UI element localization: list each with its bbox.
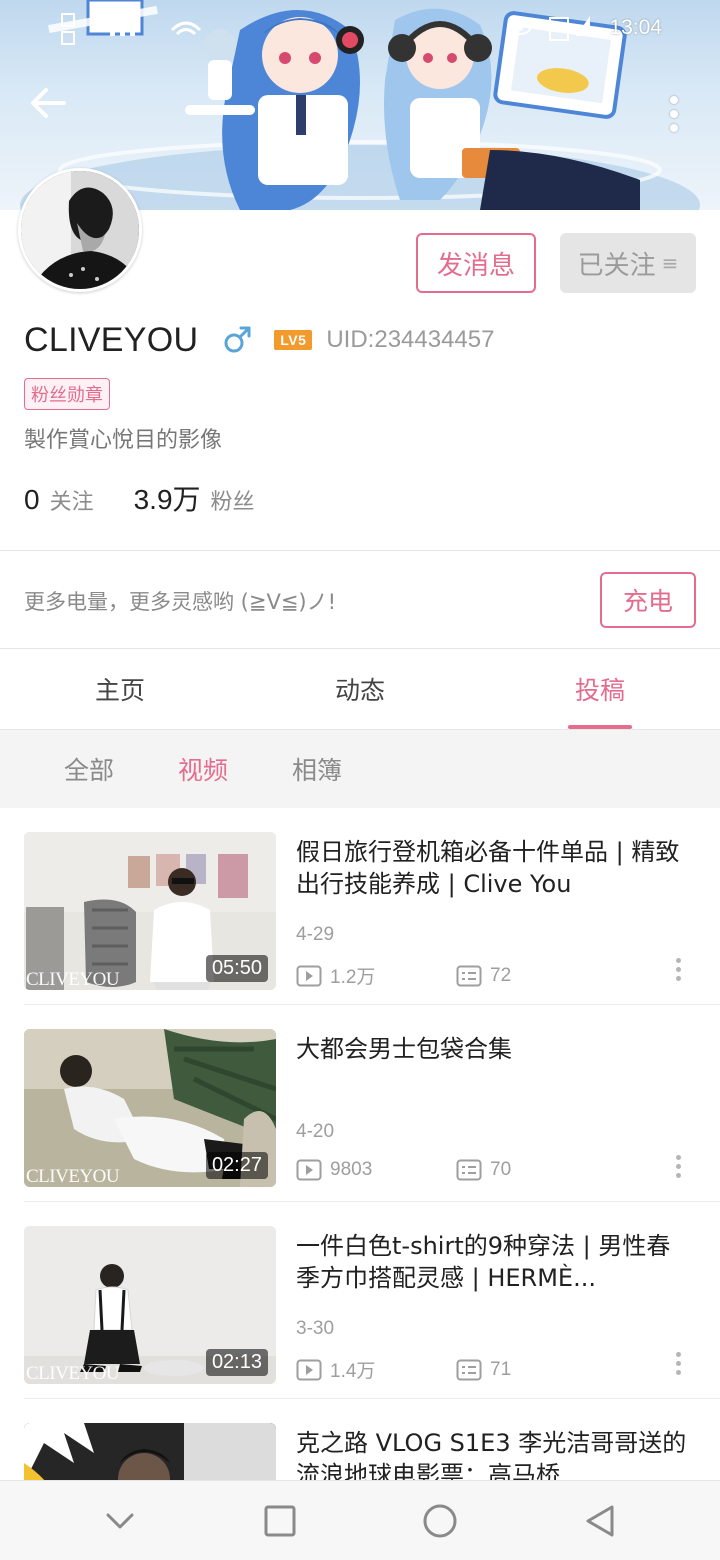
nav-collapse-icon — [106, 1513, 134, 1528]
fans-label[interactable]: 粉丝 — [211, 484, 255, 516]
video-more-button[interactable] — [668, 1151, 688, 1181]
video-title[interactable]: 一件白色t-shirt的9种穿法 | 男性春季方巾搭配灵感 | HERMÈ... — [296, 1230, 688, 1294]
following-count[interactable]: 0 — [24, 484, 40, 516]
tab-home[interactable]: 主页 — [0, 649, 240, 729]
more-vertical-icon — [675, 1154, 681, 1160]
filter-all[interactable]: 全部 — [64, 751, 114, 787]
submission-filter: 全部 视频 相簿 — [0, 730, 720, 808]
thumbnail-watermark: CLIVEYOU — [26, 1363, 120, 1384]
more-vertical-icon — [675, 957, 681, 963]
video-item[interactable]: CLIVEYOU 02:13 一件白色t-shirt的9种穿法 | 男性春季方巾… — [0, 1202, 720, 1399]
video-duration: 05:50 — [205, 955, 268, 982]
video-item[interactable]: CLIVEYOU 02:27 大都会男士包袋合集 4-20 9803 70 — [0, 1005, 720, 1202]
charge-button[interactable]: 充电 — [600, 572, 696, 628]
comment-count-icon — [456, 1159, 482, 1181]
video-thumbnail[interactable]: CLIVEYOU 05:50 — [24, 832, 276, 990]
video-meta: 1.4万 71 — [296, 1356, 616, 1383]
video-duration: 02:27 — [205, 1152, 268, 1179]
nav-collapse-button[interactable] — [90, 1491, 150, 1551]
more-vertical-icon — [675, 1351, 681, 1357]
menu-lines-icon: ≡ — [661, 251, 679, 275]
charge-prompt: 更多电量，更多灵感哟 (≧V≦)ノ! — [24, 590, 337, 614]
tab-home-label: 主页 — [94, 676, 145, 705]
nav-home-icon — [423, 1504, 457, 1537]
comment-count: 72 — [490, 964, 512, 986]
video-duration: 02:13 — [205, 1349, 268, 1376]
video-date: 4-29 — [296, 924, 335, 945]
video-title[interactable]: 克之路 VLOG S1E3 李光洁哥哥送的流浪地球电影票：高马桥 — [296, 1427, 688, 1480]
divider — [0, 550, 720, 551]
tab-dynamic[interactable]: 动态 — [240, 649, 480, 729]
name-row: CLIVEYOU LV5 UID:234434457 — [24, 318, 494, 362]
video-more-button[interactable] — [668, 954, 688, 984]
play-count-icon — [296, 1159, 322, 1181]
video-meta: 9803 70 — [296, 1159, 616, 1181]
back-arrow-icon — [31, 88, 66, 118]
video-thumbnail[interactable]: CLIVEYOU 02:13 — [24, 1226, 276, 1384]
video-item[interactable]: CLIVEYOU 05:50 假日旅行登机箱必备十件单品 | 精致出行技能养成 … — [0, 808, 720, 1005]
status-bar: 13:04 — [0, 0, 720, 56]
fans-count[interactable]: 3.9万 — [134, 478, 201, 518]
uid-label: UID:234434457 — [326, 326, 495, 353]
followed-button[interactable]: 已关注 ≡ — [560, 233, 696, 293]
fan-medal-badge[interactable]: 粉丝勋章 — [24, 378, 110, 410]
video-title[interactable]: 假日旅行登机箱必备十件单品 | 精致出行技能养成 | Clive You — [296, 836, 688, 900]
tab-submissions[interactable]: 投稿 — [480, 649, 720, 729]
play-count-icon — [296, 1359, 322, 1380]
avatar[interactable] — [18, 168, 142, 292]
thumbnail-watermark: CLIVEYOU — [26, 1166, 120, 1187]
status-right-icons — [509, 16, 590, 41]
video-title[interactable]: 大都会男士包袋合集 — [296, 1033, 688, 1065]
play-count: 1.2万 — [330, 967, 376, 988]
filter-videos[interactable]: 视频 — [178, 751, 228, 787]
level-badge: LV5 — [274, 330, 313, 350]
following-label[interactable]: 关注 — [50, 484, 94, 516]
video-item[interactable]: 克之路 VLOG S1E3 李光洁哥哥送的流浪地球电影票：高马桥 — [0, 1399, 720, 1480]
comment-count: 70 — [490, 1159, 512, 1180]
play-count-icon — [296, 965, 322, 986]
video-thumbnail[interactable] — [24, 1423, 276, 1480]
tab-submissions-label: 投稿 — [574, 676, 625, 705]
video-more-button[interactable] — [668, 1348, 688, 1378]
video-meta: 1.2万 72 — [296, 962, 616, 989]
video-date: 3-30 — [296, 1318, 335, 1339]
nav-home-button[interactable] — [410, 1491, 470, 1551]
comment-count: 71 — [490, 1358, 512, 1380]
filter-albums[interactable]: 相簿 — [292, 751, 342, 787]
male-gender-icon — [222, 323, 256, 357]
nav-back-button[interactable] — [570, 1491, 630, 1551]
more-vertical-icon — [670, 96, 678, 104]
username: CLIVEYOU — [24, 320, 199, 359]
comment-count-icon — [456, 965, 482, 986]
profile-tabs: 主页 动态 投稿 — [0, 649, 720, 729]
play-count: 9803 — [330, 1159, 373, 1180]
video-thumbnail[interactable]: CLIVEYOU 02:27 — [24, 1029, 276, 1187]
video-date: 4-20 — [296, 1121, 335, 1142]
nav-recents-button[interactable] — [250, 1491, 310, 1551]
system-navigation-bar — [0, 1480, 720, 1560]
followed-label: 已关注 — [577, 250, 656, 281]
status-indicators-icon — [61, 13, 202, 45]
play-count: 1.4万 — [330, 1361, 376, 1382]
signature: 製作賞心悅目的影像 — [24, 428, 223, 453]
send-message-button[interactable]: 发消息 — [416, 233, 536, 293]
video-list: CLIVEYOU 05:50 假日旅行登机箱必备十件单品 | 精致出行技能养成 … — [0, 808, 720, 1480]
thumbnail-watermark: CLIVEYOU — [26, 969, 120, 990]
comment-count-icon — [456, 1359, 482, 1380]
nav-recents-icon — [264, 1505, 296, 1536]
status-time: 13:04 — [609, 16, 662, 39]
nav-back-icon — [586, 1505, 614, 1536]
tab-dynamic-label: 动态 — [334, 676, 385, 705]
stats-row: 0 关注 3.9万 粉丝 — [24, 478, 255, 518]
back-button[interactable] — [30, 88, 82, 140]
more-options-button[interactable] — [656, 90, 692, 138]
